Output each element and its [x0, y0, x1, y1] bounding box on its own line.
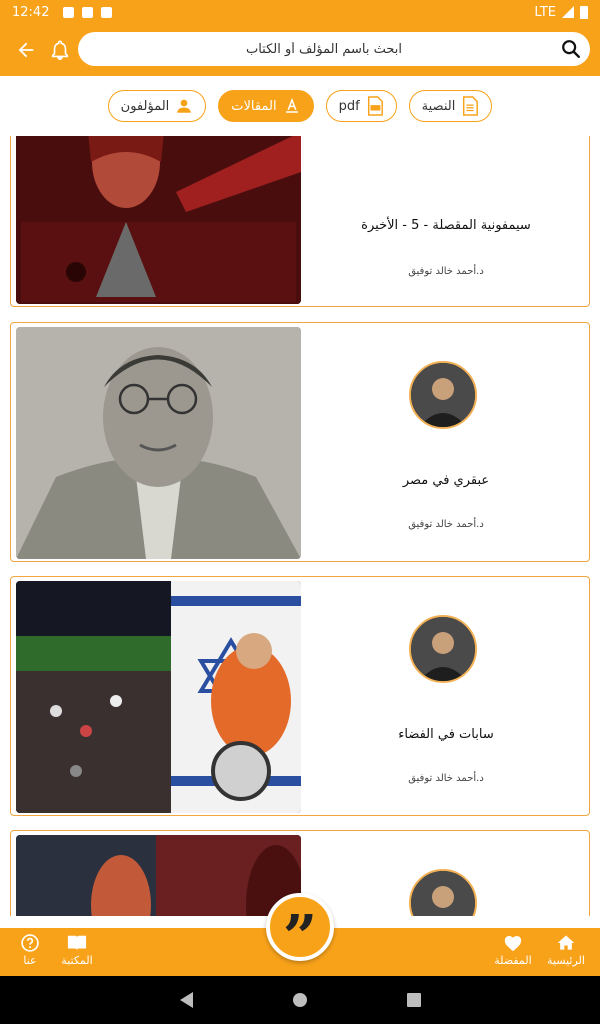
nav-library[interactable]: المكتبة	[49, 932, 105, 967]
nav-label: المفضلة	[494, 954, 532, 967]
system-back-icon[interactable]	[179, 992, 193, 1008]
battery-icon	[580, 5, 588, 19]
nav-home[interactable]: الرئيسية	[538, 932, 594, 967]
system-home-icon[interactable]	[292, 993, 307, 1007]
notification-icon	[63, 6, 75, 18]
article-card[interactable]: سيمفونية المقصلة - 5 - الأخيرة د.أحمد خا…	[10, 136, 590, 307]
article-list[interactable]: سيمفونية المقصلة - 5 - الأخيرة د.أحمد خا…	[0, 136, 600, 916]
notifications-button[interactable]	[40, 30, 80, 70]
system-recents-icon[interactable]	[406, 993, 421, 1007]
article-thumbnail	[16, 136, 301, 304]
author-avatar	[409, 361, 477, 429]
filter-chips: المؤلفون المقالات pdf النصية	[0, 76, 600, 136]
filter-label: المؤلفون	[120, 98, 170, 114]
document-icon	[461, 96, 479, 116]
nav-label: المكتبة	[61, 954, 93, 967]
search-bar[interactable]	[78, 32, 590, 66]
status-notification-icons	[63, 6, 113, 18]
bell-icon	[51, 40, 69, 60]
author-avatar	[409, 615, 477, 683]
notification-icon	[101, 6, 113, 18]
help-icon	[21, 934, 39, 952]
search-icon[interactable]	[560, 38, 582, 60]
article-title: سابات في الفضاء	[398, 727, 494, 742]
article-thumbnail	[16, 327, 301, 559]
pdf-file-icon	[366, 96, 384, 116]
home-icon	[557, 935, 575, 950]
article-card[interactable]: سابات في الفضاء د.أحمد خالد توفيق	[10, 576, 590, 816]
system-navigation-bar	[0, 976, 600, 1024]
book-icon	[67, 935, 87, 951]
author-avatar	[409, 869, 477, 916]
status-time: 12:42	[12, 4, 50, 20]
article-title: عبقري في مصر	[402, 473, 490, 488]
article-author: د.أحمد خالد توفيق	[408, 519, 484, 530]
filter-label: المقالات	[231, 98, 277, 114]
status-right: LTE	[534, 5, 588, 20]
quotes-fab[interactable]: ”	[266, 893, 334, 968]
status-bar: 12:42 LTE	[0, 0, 600, 24]
filter-pdf[interactable]: pdf	[325, 90, 397, 122]
network-type: LTE	[534, 4, 556, 20]
nav-label: الرئيسية	[547, 954, 585, 967]
article-author: د.أحمد خالد توفيق	[408, 266, 484, 277]
article-card[interactable]: عبقري في مصر د.أحمد خالد توفيق	[10, 322, 590, 562]
filter-text[interactable]: النصية	[408, 90, 493, 122]
toolbar	[0, 24, 600, 76]
article-author: د.أحمد خالد توفيق	[408, 773, 484, 784]
signal-icon	[562, 6, 574, 18]
filter-label: pdf	[338, 98, 360, 114]
quote-icon: ”	[282, 903, 318, 973]
article-title: سيمفونية المقصلة - 5 - الأخيرة	[361, 218, 531, 233]
filter-authors[interactable]: المؤلفون	[107, 90, 207, 122]
filter-label: النصية	[421, 98, 456, 114]
heart-icon	[504, 936, 522, 952]
text-format-icon	[283, 97, 301, 115]
search-input[interactable]	[78, 32, 590, 66]
person-icon	[175, 97, 193, 115]
article-thumbnail	[16, 581, 301, 813]
arrow-back-icon	[18, 42, 34, 58]
nav-favorites[interactable]: المفضلة	[485, 932, 541, 967]
notification-icon	[82, 6, 94, 18]
filter-articles[interactable]: المقالات	[218, 90, 314, 122]
app-screen: 12:42 LTE المؤلفون	[0, 0, 600, 1024]
article-thumbnail	[16, 835, 301, 916]
